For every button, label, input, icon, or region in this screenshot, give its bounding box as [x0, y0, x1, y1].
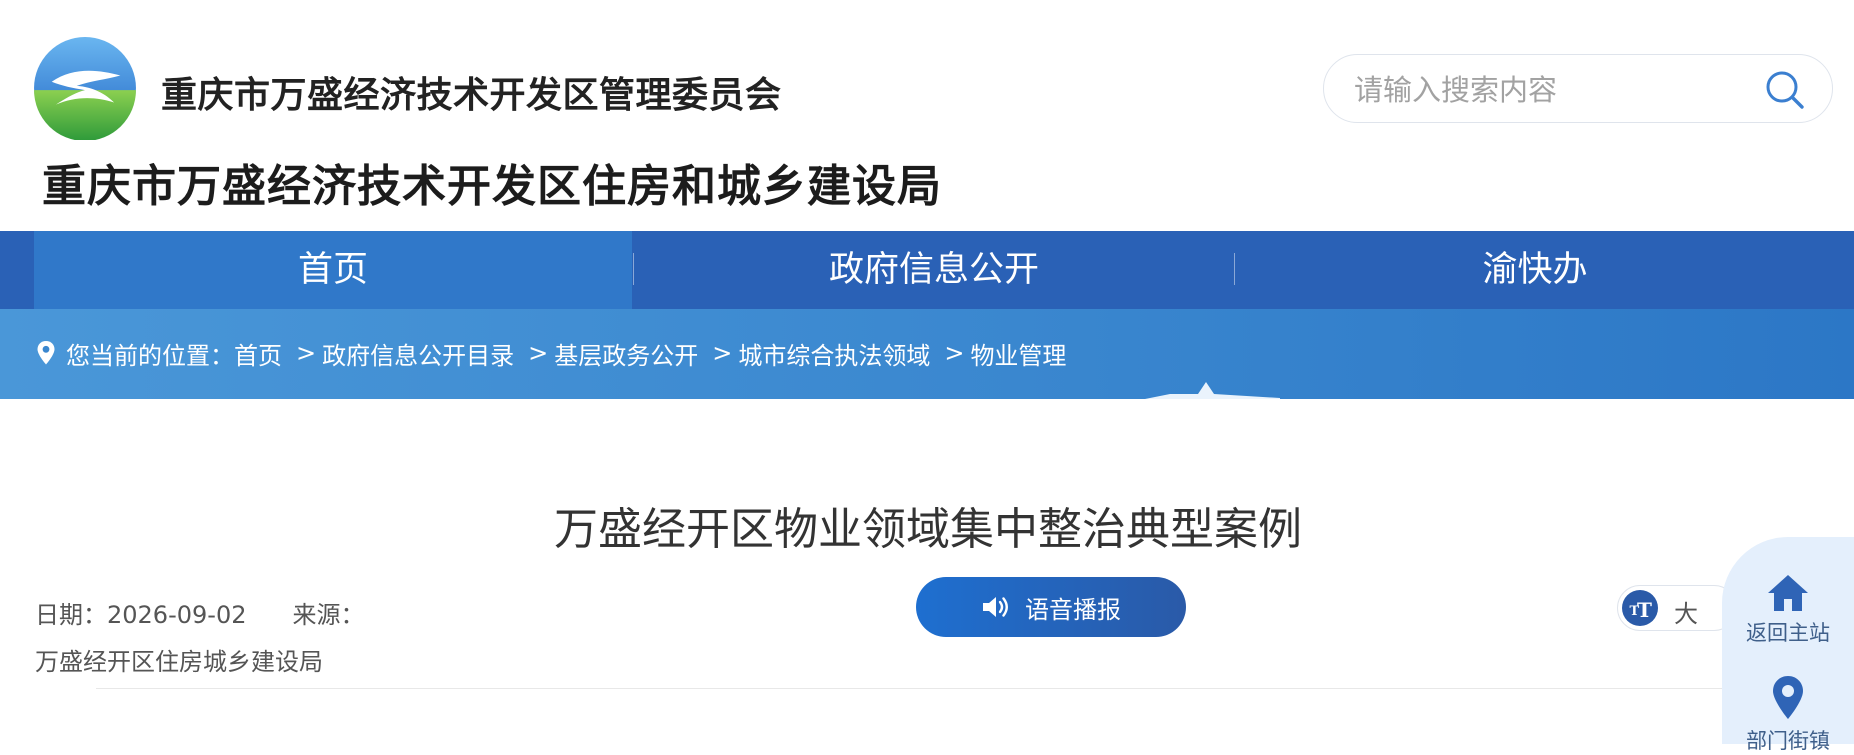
main-nav: 首页 政府信息公开 渝快办 — [0, 231, 1854, 309]
svg-text:T: T — [1637, 598, 1652, 622]
article-meta: 日期：2026-09-02 来源： — [35, 595, 364, 630]
source-label: 来源： — [292, 601, 365, 629]
font-size-toggle[interactable]: T T 大 — [1617, 585, 1737, 631]
breadcrumb-prefix: 您当前的位置： — [66, 341, 234, 370]
voice-broadcast-label: 语音播报 — [1025, 595, 1121, 624]
breadcrumb-item-home[interactable]: 首页 — [234, 336, 282, 371]
article-date: 2026-09-02 — [107, 601, 247, 629]
nav-item-yukuaiban[interactable]: 渝快办 — [1235, 231, 1835, 309]
building-roof-decoration — [1145, 382, 1280, 399]
org-name: 重庆市万盛经济技术开发区管理委员会 — [161, 75, 782, 116]
back-to-main-site-label: 返回主站 — [1746, 621, 1830, 645]
location-pin-icon — [37, 341, 55, 365]
nav-item-home[interactable]: 首页 — [34, 231, 632, 309]
breadcrumb-item-enforcement[interactable]: 城市综合执法领域 — [738, 336, 930, 371]
breadcrumb-item-gov-catalog[interactable]: 政府信息公开目录 — [322, 336, 514, 371]
departments-towns-link[interactable]: 部门街镇 — [1722, 675, 1854, 755]
breadcrumb-separator: > — [296, 339, 317, 367]
site-logo — [34, 37, 136, 140]
article-panel: 万盛经开区物业领域集中整治典型案例 日期：2026-09-02 来源： 万盛经开区… — [2, 399, 1854, 744]
search-icon[interactable] — [1764, 69, 1806, 111]
text-size-icon: T T — [1622, 590, 1658, 626]
font-size-label: 大 — [1674, 600, 1698, 628]
search-box — [1323, 54, 1833, 123]
breadcrumb-item-grassroots[interactable]: 基层政务公开 — [554, 336, 698, 371]
article-title: 万盛经开区物业领域集中整治典型案例 — [554, 504, 1302, 555]
search-input[interactable] — [1352, 67, 1756, 113]
breadcrumb-separator: > — [528, 339, 549, 367]
article-source: 万盛经开区住房城乡建设局 — [35, 648, 323, 676]
meta-divider — [96, 688, 1736, 689]
speaker-icon — [983, 597, 1008, 617]
breadcrumb: 您当前的位置： 首页 > 政府信息公开目录 > 基层政务公开 > 城市综合执法领… — [36, 336, 1066, 370]
voice-broadcast-button[interactable]: 语音播报 — [916, 577, 1186, 637]
breadcrumb-separator: > — [712, 339, 733, 367]
site-header: 重庆市万盛经济技术开发区管理委员会 重庆市万盛经济技术开发区住房和城乡建设局 — [0, 0, 1854, 231]
nav-item-gov-info[interactable]: 政府信息公开 — [634, 231, 1234, 309]
home-icon — [1768, 575, 1808, 611]
location-icon — [1773, 676, 1803, 719]
back-to-main-site-link[interactable]: 返回主站 — [1722, 573, 1854, 647]
departments-towns-label: 部门街镇 — [1746, 729, 1830, 753]
breadcrumb-banner: 您当前的位置： 首页 > 政府信息公开目录 > 基层政务公开 > 城市综合执法领… — [0, 309, 1854, 399]
dept-name: 重庆市万盛经济技术开发区住房和城乡建设局 — [42, 161, 942, 212]
floating-quick-links: 返回主站 部门街镇 — [1722, 537, 1854, 753]
breadcrumb-separator: > — [944, 339, 965, 367]
date-label: 日期： — [35, 601, 107, 629]
breadcrumb-item-property[interactable]: 物业管理 — [970, 336, 1066, 371]
